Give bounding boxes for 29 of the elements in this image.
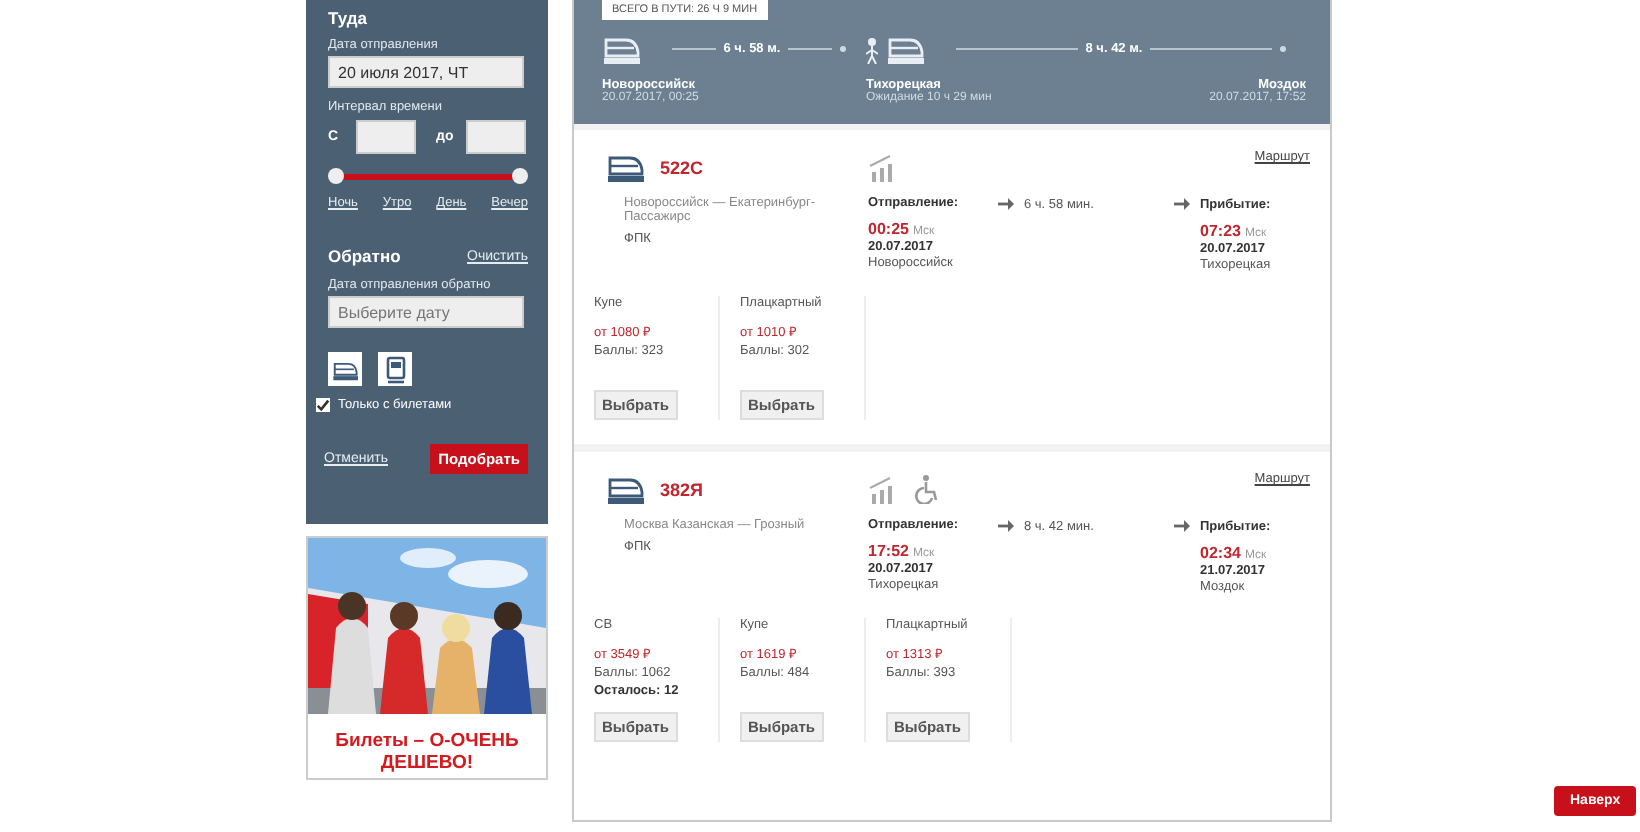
chart-icon: [868, 153, 894, 181]
section-title: Туда: [328, 8, 370, 28]
chart-icon: [868, 475, 894, 503]
time-value: 07:23: [1200, 222, 1241, 240]
ad-caption: Билеты – О-ОЧЕНЬ ДЕШЕВО!: [333, 728, 521, 778]
slider-handle[interactable]: [328, 168, 344, 184]
train-toggle[interactable]: [328, 352, 362, 386]
checkbox[interactable]: [316, 398, 330, 412]
train-number: 382Я: [660, 479, 703, 499]
wheelchair-icon: [914, 474, 940, 504]
time-from-field[interactable]: [356, 120, 416, 154]
person-icon: [866, 35, 878, 63]
suburban-toggle[interactable]: [378, 352, 412, 386]
check-icon: [316, 398, 330, 412]
tram-icon: [383, 355, 407, 383]
arrow-icon: [998, 518, 1014, 534]
return-date-field[interactable]: Выберите дату: [328, 296, 524, 328]
train-number: 522С: [660, 157, 704, 177]
date-field[interactable]: 20 июля 2017, ЧТ: [328, 56, 524, 88]
slider-handle[interactable]: [512, 168, 528, 184]
time-value: 17:52: [868, 542, 909, 560]
section-title: Обратно: [328, 246, 401, 266]
time-to-field[interactable]: [465, 120, 526, 154]
time-value: 00:25: [868, 220, 909, 238]
arrow-icon: [998, 196, 1014, 212]
arrow-icon: [1174, 196, 1190, 212]
train-icon: [332, 357, 358, 381]
time-value: 02:34: [1200, 544, 1241, 562]
arrow-icon: [1174, 518, 1190, 534]
